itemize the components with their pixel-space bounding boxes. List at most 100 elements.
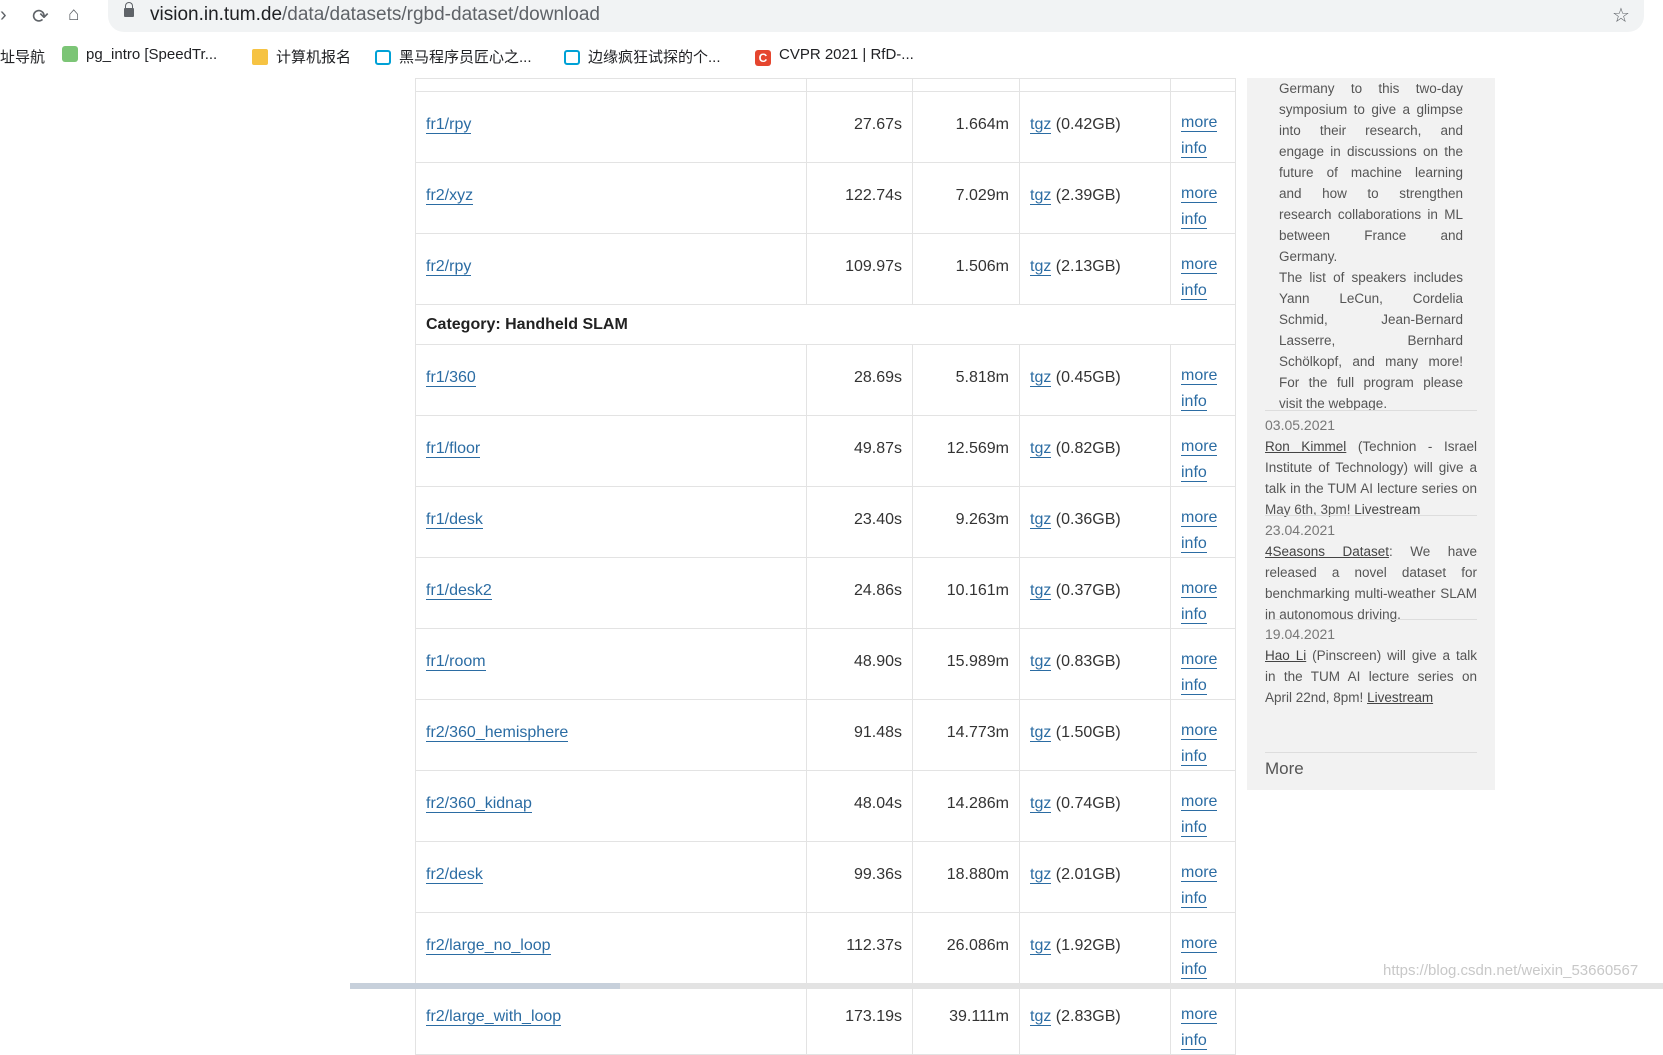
tgz-download-link[interactable]: tgz <box>1030 937 1052 955</box>
more-info-link[interactable]: more <box>1181 367 1218 385</box>
duration-cell: 27.67s <box>806 91 913 163</box>
news-link[interactable]: 4Seasons Dataset <box>1265 544 1389 559</box>
more-info-link[interactable]: more <box>1181 580 1218 598</box>
category-label: Category: Handheld SLAM <box>415 304 1236 345</box>
bookmark-item[interactable]: 计算机报名 <box>252 46 351 67</box>
file-size: (0.74GB) <box>1055 795 1121 812</box>
sequence-link[interactable]: fr1/floor <box>426 440 481 458</box>
length-cell: 9.263m <box>912 486 1020 558</box>
more-info-link[interactable]: info <box>1181 606 1207 624</box>
reload-icon[interactable]: ⟳ <box>32 4 49 29</box>
duration-cell: 49.87s <box>806 415 913 487</box>
more-info-link[interactable]: info <box>1181 1032 1207 1050</box>
bookmark-item[interactable]: C CVPR 2021 | RfD-... <box>755 46 914 66</box>
sequence-link[interactable]: fr2/xyz <box>426 187 474 205</box>
sequence-link[interactable]: fr2/rpy <box>426 258 472 276</box>
sidebar-text-line: The list of speakers includes <box>1279 270 1463 285</box>
more-info-link[interactable]: info <box>1181 282 1207 300</box>
more-info-link[interactable]: more <box>1181 185 1218 203</box>
bookmark-item[interactable]: 址导航 <box>0 46 45 67</box>
csdn-icon: C <box>755 50 771 66</box>
bookmark-item[interactable]: 边缘疯狂试探的个... <box>564 46 721 67</box>
tgz-download-link[interactable]: tgz <box>1030 440 1052 458</box>
more-info-link[interactable]: more <box>1181 864 1218 882</box>
news-sidebar: Germany to this two-day symposium to give… <box>1247 78 1495 790</box>
page-icon <box>62 46 78 62</box>
bookmark-item[interactable]: pg_intro [SpeedTr... <box>62 46 217 63</box>
scrollbar-thumb[interactable] <box>350 983 620 989</box>
more-info-link[interactable]: info <box>1181 748 1207 766</box>
sidebar-text-line: between France and <box>1279 228 1463 243</box>
more-info-link[interactable]: more <box>1181 1006 1218 1024</box>
livestream-link[interactable]: Livestream <box>1367 690 1433 705</box>
watermark: https://blog.csdn.net/weixin_53660567 <box>1383 962 1639 979</box>
tgz-download-link[interactable]: tgz <box>1030 258 1052 276</box>
duration-cell: 91.48s <box>806 699 913 771</box>
news-link[interactable]: Hao Li <box>1265 648 1306 663</box>
sequence-link[interactable]: fr2/large_with_loop <box>426 1008 562 1026</box>
sequence-link[interactable]: fr2/large_no_loop <box>426 937 551 955</box>
sequence-link[interactable]: fr2/360_kidnap <box>426 795 532 813</box>
tgz-download-link[interactable]: tgz <box>1030 116 1052 134</box>
more-info-link[interactable]: more <box>1181 256 1218 274</box>
more-info-link[interactable]: more <box>1181 722 1218 740</box>
tgz-download-link[interactable]: tgz <box>1030 724 1052 742</box>
length-cell: 7.029m <box>912 162 1020 234</box>
folder-icon <box>252 49 268 65</box>
file-size: (0.37GB) <box>1055 582 1121 599</box>
tgz-download-link[interactable]: tgz <box>1030 1008 1052 1026</box>
sequence-link[interactable]: fr2/360_hemisphere <box>426 724 569 742</box>
tgz-download-link[interactable]: tgz <box>1030 653 1052 671</box>
table-row: fr2/360_kidnap 48.04s 14.286m tgz (0.74GB) m… <box>415 770 1236 842</box>
file-size: (2.83GB) <box>1055 1008 1121 1025</box>
file-size: (0.42GB) <box>1055 116 1121 133</box>
tgz-download-link[interactable]: tgz <box>1030 795 1052 813</box>
sequence-link[interactable]: fr1/rpy <box>426 116 472 134</box>
sidebar-text-line: Germany. <box>1279 249 1338 264</box>
more-info-link[interactable]: info <box>1181 140 1207 158</box>
more-info-link[interactable]: more <box>1181 935 1218 953</box>
sequence-link[interactable]: fr2/desk <box>426 866 483 884</box>
sequence-link[interactable]: fr1/room <box>426 653 486 671</box>
home-icon[interactable]: ⌂ <box>68 4 79 26</box>
tgz-download-link[interactable]: tgz <box>1030 866 1052 884</box>
more-info-link[interactable]: info <box>1181 464 1207 482</box>
more-info-link[interactable]: more <box>1181 793 1218 811</box>
more-info-link[interactable]: info <box>1181 819 1207 837</box>
more-news-link[interactable]: More <box>1265 752 1477 779</box>
sequence-link[interactable]: fr1/desk2 <box>426 582 492 600</box>
more-info-link[interactable]: more <box>1181 651 1218 669</box>
more-info-link[interactable]: more <box>1181 114 1218 132</box>
table-row: fr1/360 28.69s 5.818m tgz (0.45GB) more info <box>415 344 1236 416</box>
length-cell: 12.569m <box>912 415 1020 487</box>
more-info-link[interactable]: info <box>1181 211 1207 229</box>
more-info-link[interactable]: more <box>1181 438 1218 456</box>
table-row: fr1/rpy 27.67s 1.664m tgz (0.42GB) more info <box>415 91 1236 163</box>
more-info-link[interactable]: more <box>1181 509 1218 527</box>
news-link[interactable]: Ron Kimmel <box>1265 439 1346 454</box>
more-info-link[interactable]: info <box>1181 393 1207 411</box>
more-info-link[interactable]: info <box>1181 961 1207 979</box>
bilibili-icon <box>375 50 391 65</box>
sequence-link[interactable]: fr1/desk <box>426 511 483 529</box>
forward-icon[interactable]: › <box>0 4 7 27</box>
table-row: fr1/desk2 24.86s 10.161m tgz (0.37GB) more in… <box>415 557 1236 629</box>
tgz-download-link[interactable]: tgz <box>1030 582 1052 600</box>
url-text[interactable]: vision.in.tum.de/data/datasets/rgbd-data… <box>150 4 600 26</box>
symposium-text: Germany to this two-day symposium to give… <box>1279 78 1463 414</box>
more-info-link[interactable]: info <box>1181 677 1207 695</box>
horizontal-scrollbar[interactable] <box>350 983 1663 989</box>
file-size: (0.45GB) <box>1055 369 1121 386</box>
tgz-download-link[interactable]: tgz <box>1030 369 1052 387</box>
bookmark-item[interactable]: 黑马程序员匠心之... <box>375 46 532 67</box>
file-size: (1.92GB) <box>1055 937 1121 954</box>
tgz-download-link[interactable]: tgz <box>1030 511 1052 529</box>
bookmark-star-icon[interactable]: ☆ <box>1612 3 1630 28</box>
sequence-link[interactable]: fr1/360 <box>426 369 476 387</box>
tgz-download-link[interactable]: tgz <box>1030 187 1052 205</box>
news-date: 23.04.2021 <box>1265 522 1336 538</box>
more-info-link[interactable]: info <box>1181 535 1207 553</box>
length-cell: 26.086m <box>912 912 1020 984</box>
more-info-link[interactable]: info <box>1181 890 1207 908</box>
duration-cell: 122.74s <box>806 162 913 234</box>
